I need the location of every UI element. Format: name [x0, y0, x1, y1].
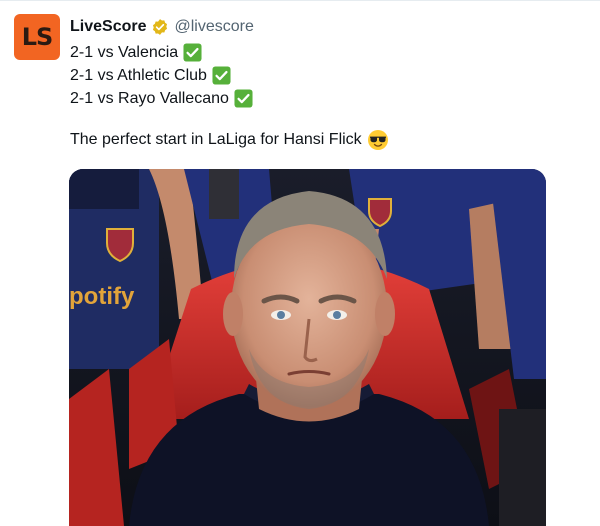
result-text: 2-1 vs Rayo Vallecano [70, 90, 229, 107]
headline-line: The perfect start in LaLiga for Hansi Fl… [70, 128, 389, 151]
hansi-flick-photo: potify [69, 169, 546, 526]
tweet-photo[interactable]: potify [69, 169, 546, 526]
sunglasses-face-icon [367, 129, 389, 151]
handle[interactable]: @livescore [174, 18, 253, 36]
green-check-icon [234, 89, 253, 108]
result-line: 2-1 vs Athletic Club [70, 64, 389, 87]
line-break [70, 110, 389, 128]
result-line: 2-1 vs Rayo Vallecano [70, 87, 389, 110]
result-text: 2-1 vs Athletic Club [70, 67, 207, 84]
avatar-logo-text: LS [21, 23, 54, 51]
display-name[interactable]: LiveScore [70, 18, 146, 36]
avatar[interactable]: LS [14, 14, 60, 60]
tweet-card[interactable]: LS LiveScore @livescore 2-1 vs Valencia … [0, 0, 600, 526]
tweet-header: LiveScore @livescore [70, 16, 254, 38]
result-text: 2-1 vs Valencia [70, 44, 179, 61]
green-check-icon [183, 43, 202, 62]
green-check-icon [212, 66, 231, 85]
result-line: 2-1 vs Valencia [70, 41, 389, 64]
headline-text: The perfect start in LaLiga for Hansi Fl… [70, 131, 362, 148]
tweet-text: 2-1 vs Valencia 2-1 vs Athletic Club 2-1… [70, 41, 389, 151]
gold-verified-icon [151, 18, 169, 36]
sponsor-text: potify [69, 283, 135, 310]
divider [0, 0, 600, 1]
